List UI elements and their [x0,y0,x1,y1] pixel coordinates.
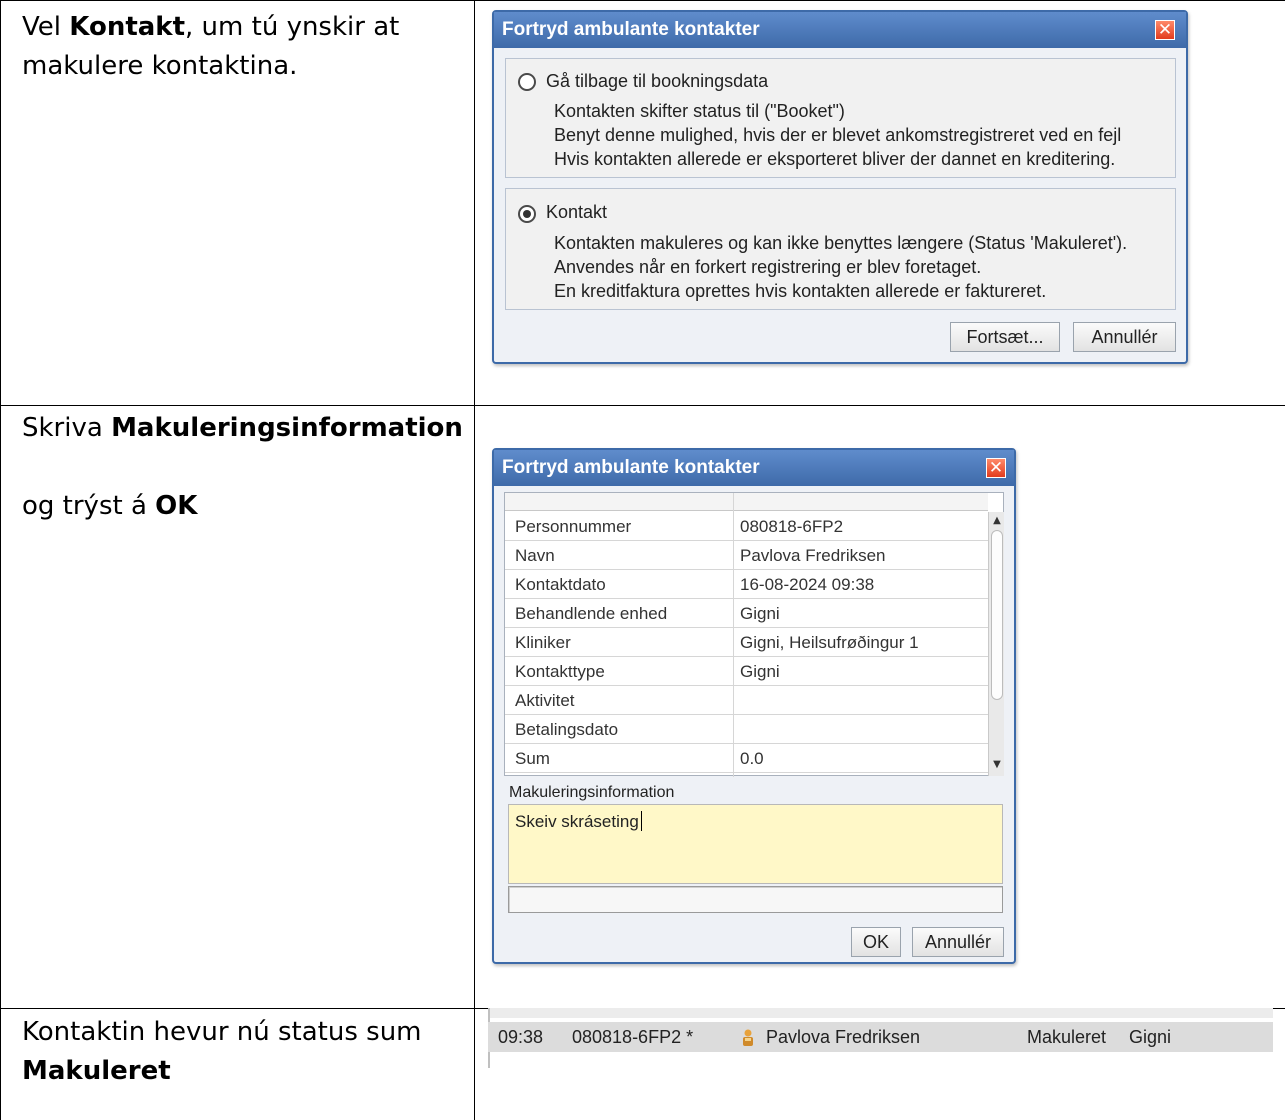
table-row: Behandlende enhed Gigni [505,599,988,628]
dialog-title: Fortryd ambulante kontakter [494,450,1014,486]
field-value: 0.0 [740,749,764,768]
option-booking-panel: Gå tilbage til booknings­data Kontakten … [505,58,1176,178]
list-item-selected[interactable]: 09:38 080818-6FP2 * Pavlova Fredriksen M… [488,1022,1273,1052]
row1-instruction: Vel Kontakt, um tú ynskir at makulere ko… [22,12,400,81]
option-booking-description: Kontakten skifter status til ("Booket") … [554,99,1121,171]
field-value: Gigni [740,604,780,623]
table-header [505,493,988,511]
contact-list: 09:38 080818-6FP2 * Pavlova Fredriksen M… [488,1008,1273,1068]
field-value: Gigni, Heilsufrøðingur 1 [740,633,919,652]
vertical-scrollbar[interactable]: ▲ ▼ [988,512,1004,776]
scroll-thumb[interactable] [991,530,1003,700]
table-row: Betalingsdato [505,715,988,744]
table-border-top [0,0,1285,1]
field-label: Betalingsdato [515,720,619,739]
row-unit: Gigni [1129,1027,1172,1047]
cancel-info-dialog: Fortryd ambulante kontakter ✕ Personnumm… [492,448,1016,964]
description-line: Kontakten skifter status til ("Booket") [554,101,845,121]
person-icon [743,1029,753,1046]
continue-button[interactable]: Fortsæt... [950,322,1060,352]
table-row: Kontakttype Gigni [505,657,988,686]
field-label: Kliniker [515,633,571,652]
field-value: Pavlova Fredriksen [740,546,886,565]
dialog-title: Fortryd ambulante kontakter [494,12,1186,48]
table-border-left [0,0,1,1120]
field-value: Gigni [740,662,780,681]
row-time: 09:38 [498,1027,544,1047]
table-row-divider-1 [0,405,1285,406]
description-line: En kreditfaktura oprettes hvis kontakten… [554,281,1047,301]
description-line: Hvis kontakten allerede er eksporteret b… [554,149,1116,169]
table-row: Sum 0.0 [505,744,988,773]
description-line: Anvendes når en forkert registrering er … [554,257,982,277]
field-label: Behandlende enhed [515,604,668,623]
table-column-divider [474,0,475,1120]
ok-button[interactable]: OK [851,927,901,957]
field-value: 16-08-2024 09:38 [740,575,875,594]
option-contact-panel: Kontakt Kontakten makuleres og kan ikke … [505,188,1176,310]
cancel-contact-dialog: Fortryd ambulante kontakter ✕ Gå tilbage… [492,10,1188,364]
description-line: Benyt denne mulighed, hvis der er blevet… [554,125,1122,145]
radio-booking[interactable] [518,73,536,91]
cancel-button[interactable]: Annullér [912,927,1004,957]
close-icon[interactable]: ✕ [1155,20,1175,40]
row-name: Pavlova Fredriksen [766,1027,921,1047]
close-icon[interactable]: ✕ [986,458,1006,478]
text-caret [640,811,642,831]
table-row: Navn Pavlova Fredriksen [505,541,988,570]
row2-instruction: Skriva Makuleringsinformation [22,413,463,443]
option-contact-description: Kontakten makuleres og kan ikke benyttes… [554,231,1127,303]
scroll-down-icon[interactable]: ▼ [989,758,1005,772]
row3-instruction: Kontaktin hevur nú status sum Makuleret [22,1017,422,1086]
makulering-value: Skeiv skráseting [515,812,639,831]
contact-info-table: Personnummer 080818-6FP2 Navn Pavlova Fr… [504,492,1004,777]
table-row: Kliniker Gigni, Heilsufrøðingur 1 [505,628,988,657]
field-label: Kontakttype [515,662,605,681]
cancel-button[interactable]: Annullér [1073,322,1176,352]
makulering-label: Makuleringsinformation [509,784,675,801]
row-personnummer: 080818-6FP2 * [572,1027,694,1047]
secondary-input[interactable] [508,886,1003,913]
field-label: Aktivitet [515,691,575,710]
field-label: Navn [515,546,555,565]
makulering-input[interactable]: Skeiv skráseting [508,804,1003,884]
table-row: Aktivitet [505,686,988,715]
field-value: 080818-6FP2 [740,517,844,536]
option-booking-label[interactable]: Gå tilbage til booknings­data [546,71,768,92]
scroll-up-icon[interactable]: ▲ [989,514,1005,528]
list-item-partial [488,1008,1273,1018]
row2-instruction-ok: og trýst á OK [22,491,198,521]
field-label: Kontaktdato [515,575,606,594]
field-label: Sum [515,749,550,768]
row-status: Makuleret [1027,1027,1107,1047]
description-line: Kontakten makuleres og kan ikke benyttes… [554,233,1128,253]
radio-contact[interactable] [518,205,536,223]
table-row: Kontaktdato 16-08-2024 09:38 [505,570,988,599]
field-label: Personnummer [515,517,632,536]
option-contact-label[interactable]: Kontakt [546,202,607,223]
table-row: Personnummer 080818-6FP2 [505,512,988,541]
